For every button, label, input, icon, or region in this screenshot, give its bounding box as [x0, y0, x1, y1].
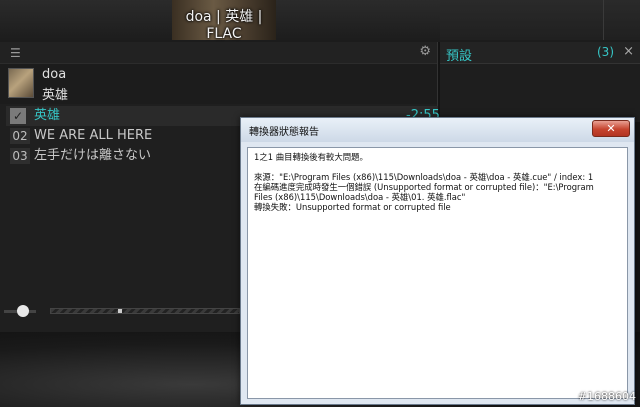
presets-count: (3)	[597, 45, 614, 59]
checkbox-icon[interactable]: ✓	[10, 108, 26, 124]
report-line: 轉換失敗：Unsupported format or corrupted fil…	[254, 202, 451, 212]
close-icon[interactable]: ×	[623, 44, 634, 59]
artist-name: doa	[42, 67, 67, 82]
seek-knob[interactable]	[118, 309, 122, 313]
dialog-title: 轉換器狀態報告	[249, 127, 319, 138]
menu-icon[interactable]: ☰	[10, 46, 21, 60]
playlist-toolbar: ☰ ⚙	[0, 42, 437, 64]
converter-status-dialog: 轉換器狀態報告 ✕ 1之1 曲目轉換後有較大問題。 來源："E:\Program…	[240, 117, 635, 405]
dialog-titlebar[interactable]: 轉換器狀態報告 ✕	[241, 118, 634, 142]
track-number: 03	[10, 148, 30, 164]
track-title: 左手だけは離さない	[34, 148, 152, 163]
track-number: 02	[10, 128, 30, 144]
track-title: WE ARE ALL HERE	[34, 128, 153, 143]
transport-controls	[0, 300, 244, 328]
divider	[603, 0, 604, 40]
presets-header: 預設 (3) ×	[440, 42, 640, 64]
album-thumbnail	[8, 68, 34, 98]
volume-knob[interactable]	[17, 305, 29, 317]
album-name: 英雄	[42, 88, 69, 103]
track-title: 英雄	[34, 108, 61, 123]
report-line: 在編碼進度完成時發生一個錯誤 (Unsupported format or co…	[254, 182, 594, 192]
report-line: Files (x86)\115\Downloads\doa - 英雄\01. 英…	[254, 192, 466, 202]
album-header[interactable]: doa 英雄	[0, 64, 437, 104]
close-button[interactable]: ✕	[592, 120, 630, 137]
gear-icon[interactable]: ⚙	[419, 44, 431, 59]
report-line: 來源："E:\Program Files (x86)\115\Downloads…	[254, 172, 594, 182]
report-text-area[interactable]: 1之1 曲目轉換後有較大問題。 來源："E:\Program Files (x8…	[247, 147, 628, 399]
watermark: #1688604	[577, 390, 636, 403]
seek-bar[interactable]	[50, 308, 240, 314]
presets-panel: 預設 (3) ×	[440, 42, 640, 122]
top-bar-right	[440, 0, 640, 40]
report-line: 1之1 曲目轉換後有較大問題。	[254, 152, 368, 162]
now-playing-title: doa | 英雄 | FLAC	[185, 9, 263, 42]
presets-label[interactable]: 預設	[446, 45, 472, 64]
